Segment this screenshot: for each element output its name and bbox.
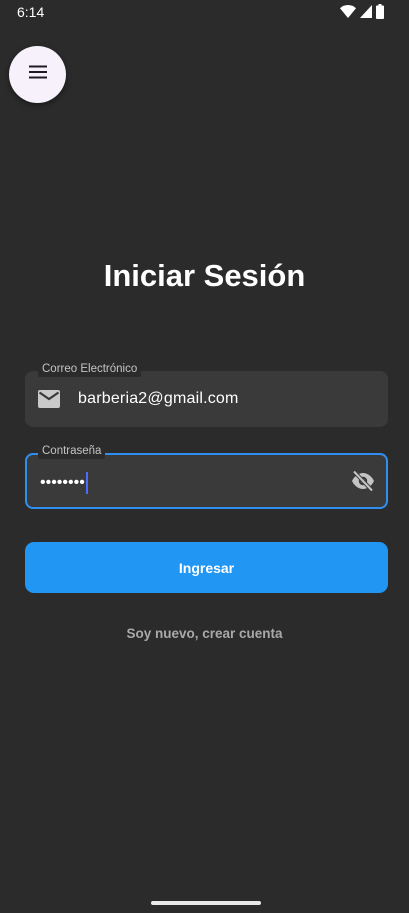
page-title: Iniciar Sesión [103,258,306,293]
email-field[interactable]: Correo Electrónico barberia2@gmail.com [25,362,388,427]
battery-icon [376,4,384,19]
menu-button[interactable] [9,46,66,103]
status-time: 6:14 [17,4,45,20]
hamburger-menu-icon [28,65,48,84]
text-caret [85,472,88,494]
wifi-icon [340,5,356,18]
password-field[interactable]: Contraseña •••••••• [25,444,388,509]
email-field-label: Correo Electrónico [38,362,142,377]
password-field-label: Contraseña [38,444,106,459]
login-button[interactable]: Ingresar [25,542,388,593]
password-field-value: •••••••• [40,474,85,491]
status-bar: 6:14 [0,0,409,24]
password-field-value-wrap: •••••••• [40,472,88,494]
visibility-off-icon[interactable] [351,470,375,497]
home-indicator[interactable] [151,901,261,905]
mail-icon [38,390,60,413]
signal-icon [360,5,372,18]
email-field-value: barberia2@gmail.com [78,390,239,407]
create-account-link[interactable]: Soy nuevo, crear cuenta [0,626,409,641]
status-icons [340,4,384,19]
